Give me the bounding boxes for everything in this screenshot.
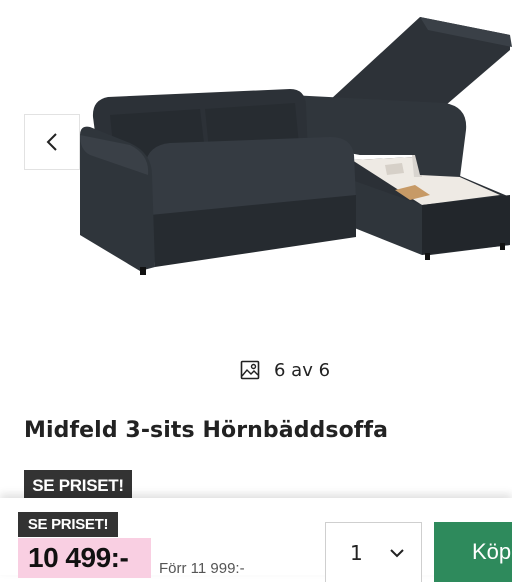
buy-button[interactable]: Köp: [434, 522, 512, 582]
previous-image-button[interactable]: [24, 114, 80, 170]
image-gallery: 6 av 6: [0, 0, 512, 381]
chevron-down-icon: [390, 548, 404, 557]
sticky-purchase-bar: SE PRISET! 10 499:- Förr 11 999:- 1 Köp: [0, 498, 512, 582]
image-counter-text: 6 av 6: [274, 359, 331, 381]
product-title: Midfeld 3-sits Hörnbäddsoffa: [24, 418, 389, 443]
previous-price: Förr 11 999:-: [159, 560, 245, 577]
image-counter: 6 av 6: [240, 358, 330, 382]
quantity-select[interactable]: 1: [325, 522, 422, 582]
current-price: 10 499:-: [28, 542, 129, 573]
quantity-value: 1: [350, 540, 363, 565]
price-box: 10 499:-: [18, 538, 151, 578]
chevron-left-icon: [46, 133, 57, 151]
sticky-price-badge: SE PRISET!: [18, 512, 118, 537]
image-icon: [240, 360, 260, 380]
product-image[interactable]: [60, 5, 512, 280]
